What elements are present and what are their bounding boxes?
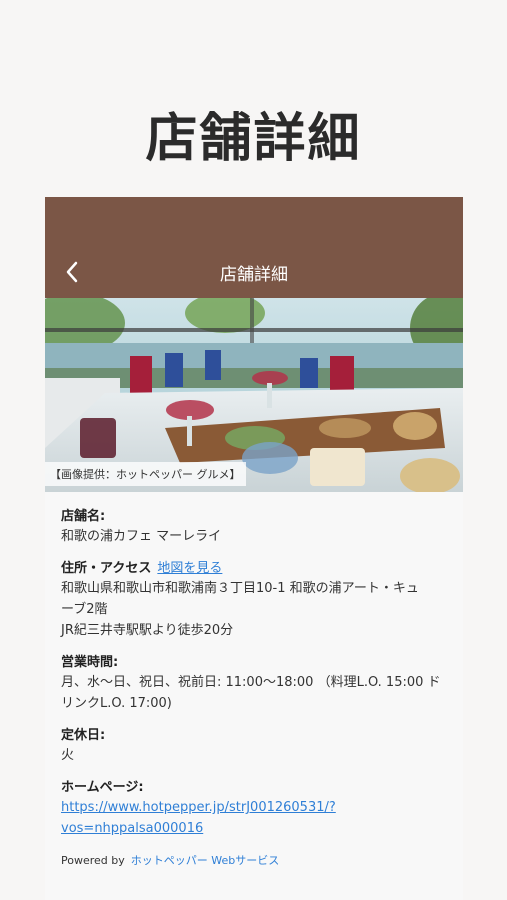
closed-day-field: 定休日: 火 <box>61 727 447 766</box>
shop-name-label: 店舗名: <box>61 509 106 524</box>
homepage-field: ホームページ: https://www.hotpepper.jp/strJ001… <box>61 779 447 839</box>
homepage-link-line-2[interactable]: vos=nhppalsa000016 <box>61 818 447 839</box>
hours-line-1: 月、水～日、祝日、祝前日: 11:00～18:00 （料理L.O. 15:00 … <box>61 675 441 690</box>
app-screen: 店舗詳細 【画像提供：ホットペッパー グルメ】 店舗名: 和歌の浦カフェ マーレ… <box>45 197 463 900</box>
hours-field: 営業時間: 月、水～日、祝日、祝前日: 11:00～18:00 （料理L.O. … <box>61 654 447 714</box>
powered-by: Powered by ホットペッパー Webサービス <box>61 852 447 868</box>
address-label: 住所・アクセス <box>61 561 152 576</box>
shop-name-value: 和歌の浦カフェ マーレライ <box>61 529 222 544</box>
homepage-label: ホームページ: <box>61 780 144 795</box>
hours-label: 営業時間: <box>61 655 119 670</box>
address-field: 住所・アクセス 地図を見る 和歌山県和歌山市和歌浦南３丁目10-1 和歌の浦アート… <box>61 560 447 641</box>
shop-photo: 【画像提供：ホットペッパー グルメ】 <box>45 298 463 492</box>
closed-day-label: 定休日: <box>61 728 106 743</box>
access-info: JR紀三井寺駅駅より徒歩20分 <box>61 623 234 638</box>
page-hero-title: 店舗詳細 <box>145 109 362 169</box>
image-credit: 【画像提供：ホットペッパー グルメ】 <box>45 462 246 486</box>
address-line-1: 和歌山県和歌山市和歌浦南３丁目10-1 和歌の浦アート・キュ <box>61 581 419 596</box>
shop-name-field: 店舗名: 和歌の浦カフェ マーレライ <box>61 508 447 547</box>
shop-details: 店舗名: 和歌の浦カフェ マーレライ 住所・アクセス 地図を見る 和歌山県和歌山市… <box>45 492 463 868</box>
address-line-2: ーブ2階 <box>61 602 108 617</box>
navigation-bar: 店舗詳細 <box>45 197 463 298</box>
hotpepper-service-link[interactable]: ホットペッパー Webサービス <box>131 854 279 867</box>
nav-title: 店舗詳細 <box>220 265 288 285</box>
closed-day-value: 火 <box>61 748 75 763</box>
powered-by-text: Powered by <box>61 854 125 867</box>
hours-line-2: リンクL.O. 17:00) <box>61 696 172 711</box>
homepage-link-line-1[interactable]: https://www.hotpepper.jp/strJ001260531/? <box>61 797 447 818</box>
map-link[interactable]: 地図を見る <box>157 561 222 576</box>
